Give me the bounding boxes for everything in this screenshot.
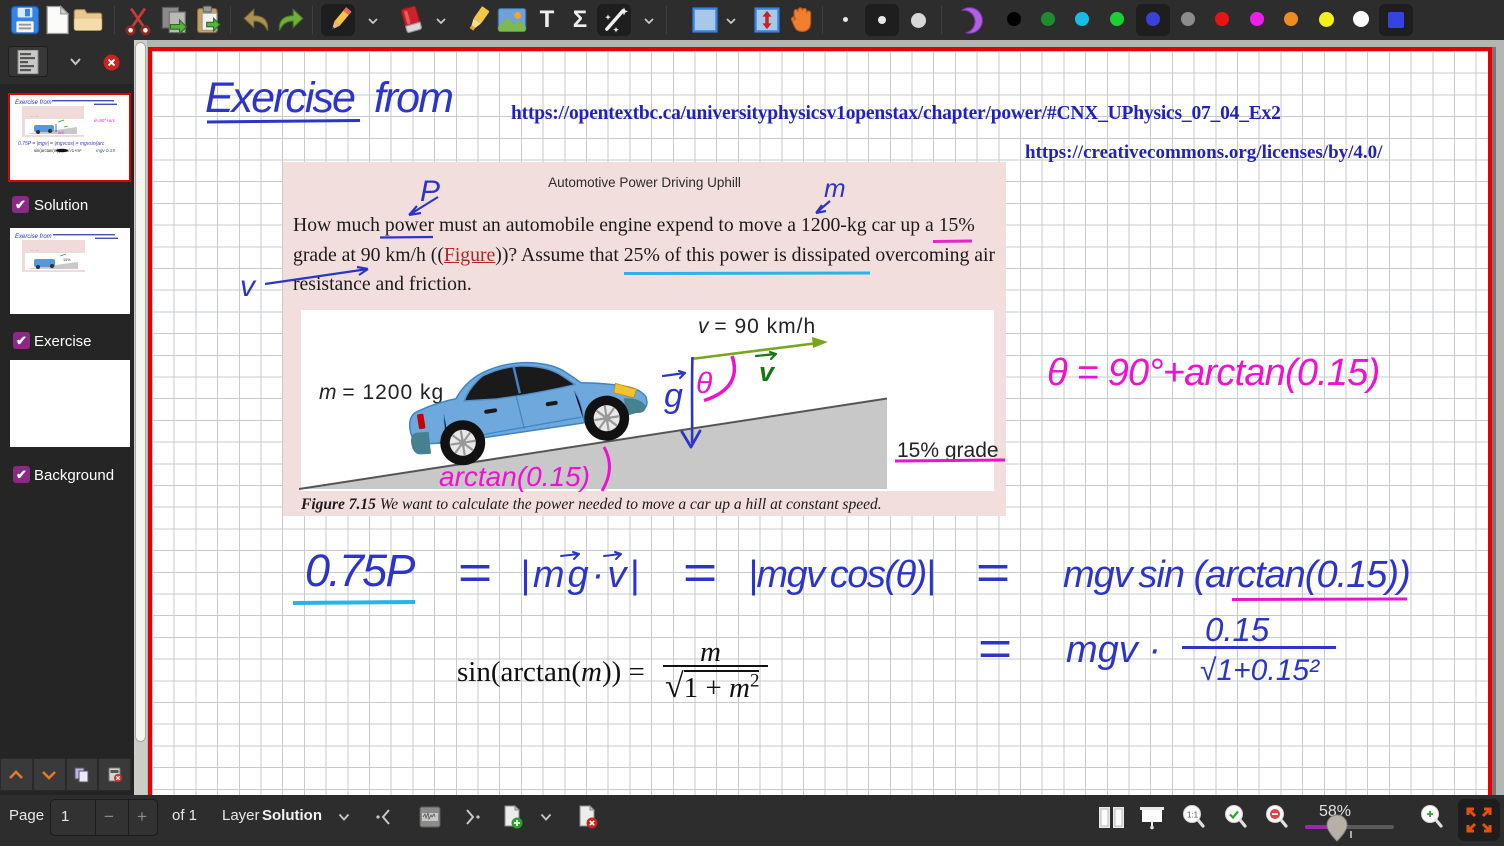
svg-text:arctan(0.15): arctan(0.15)	[439, 461, 590, 492]
svg-text:1:1: 1:1	[1187, 811, 1199, 820]
svg-text:θ: θ	[696, 367, 713, 400]
svg-text:Exercise from: Exercise from	[15, 234, 52, 240]
svg-text:... ....: ... ....	[30, 113, 39, 118]
svg-text:... ....: ... ....	[30, 247, 39, 252]
svg-text:mgv 0.15: mgv 0.15	[96, 148, 115, 153]
svg-text:m: m	[824, 173, 846, 203]
svg-text:arc: arc	[58, 130, 65, 135]
svg-text:Exercise from: Exercise from	[15, 100, 52, 106]
svg-text:g: g	[664, 377, 683, 415]
svg-text:θ=90°+arc: θ=90°+arc	[94, 118, 116, 123]
svg-text:v: v	[759, 357, 776, 387]
svg-text:v: v	[240, 270, 257, 303]
svg-text:0.75P = |mgv| = |mgvcos| = mgv: 0.75P = |mgv| = |mgvcos| = mgvsin(arc	[18, 141, 105, 147]
svg-text:15%: 15%	[63, 258, 71, 262]
